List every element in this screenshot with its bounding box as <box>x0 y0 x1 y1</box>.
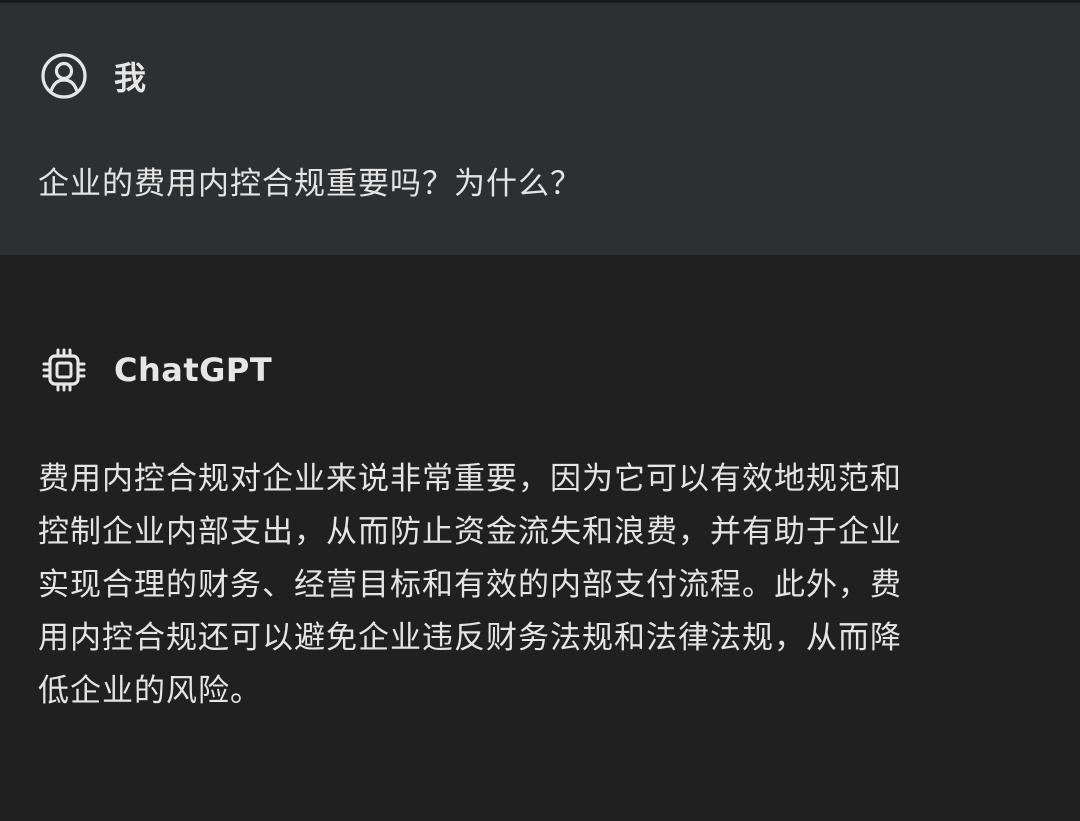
user-circle-icon <box>40 52 88 100</box>
chip-icon <box>40 346 88 394</box>
user-author-name: 我 <box>114 59 147 97</box>
assistant-author-row: ChatGPT <box>40 345 272 395</box>
assistant-author-name: ChatGPT <box>114 351 273 389</box>
assistant-message-line: 低企业的风险。 <box>38 673 262 709</box>
assistant-message-line: 控制企业内部支出，从而防止资金流失和浪费，并有助于企业 <box>38 514 902 550</box>
assistant-message-line: 实现合理的财务、经营目标和有效的内部支付流程。此外，费 <box>38 567 902 603</box>
user-message-block: 我 企业的费用内控合规重要吗？为什么？ <box>0 3 1080 255</box>
assistant-message-text: 费用内控合规对企业来说非常重要，因为它可以有效地规范和 控制企业内部支出，从而防止… <box>38 453 1038 718</box>
user-author-row: 我 <box>40 51 147 101</box>
assistant-message-line: 用内控合规还可以避免企业违反财务法规和法律法规，从而降 <box>38 620 902 656</box>
assistant-message-block: ChatGPT 费用内控合规对企业来说非常重要，因为它可以有效地规范和 控制企业内… <box>0 255 1080 821</box>
user-message-text: 企业的费用内控合规重要吗？为什么？ <box>38 166 582 202</box>
assistant-message-line: 费用内控合规对企业来说非常重要，因为它可以有效地规范和 <box>38 461 902 497</box>
